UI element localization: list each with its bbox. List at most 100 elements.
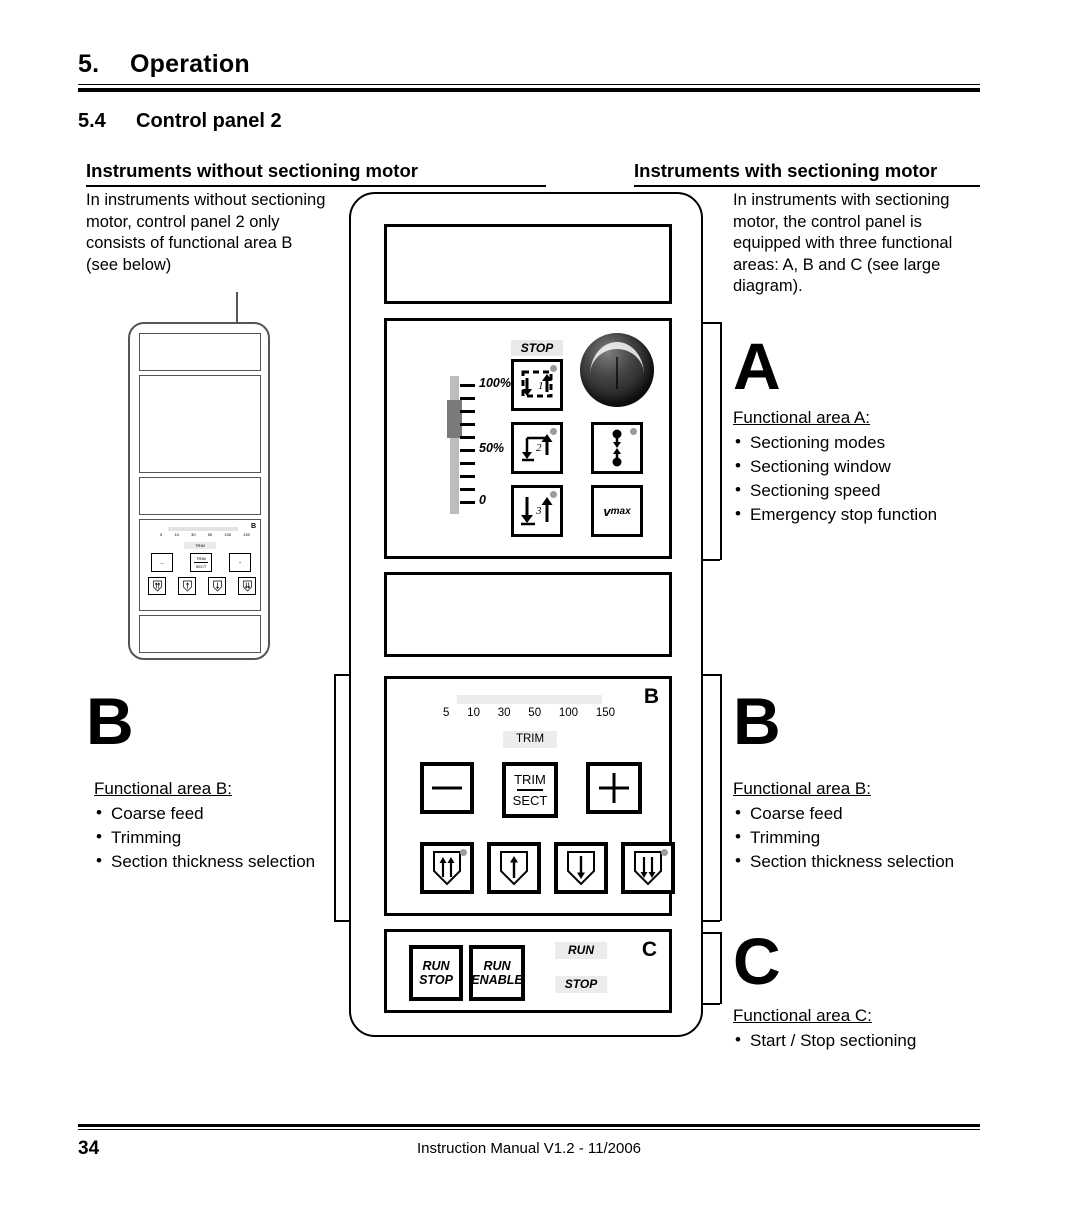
section-number: 5.4 xyxy=(78,110,106,132)
manual-page: 5. Operation 5.4 Control panel 2 Instrumen… xyxy=(0,0,1080,1221)
header-rule-thin xyxy=(78,84,980,85)
slow-up-icon xyxy=(182,580,192,592)
thickness-value: 5 xyxy=(443,707,450,719)
footer-manual-text: Instruction Manual V1.2 - 11/2006 xyxy=(416,1140,642,1157)
led-indicator xyxy=(550,428,557,435)
panel-functional-area-b: B 5 10 30 50 100 150 TRIM TRIM SECT xyxy=(384,676,675,916)
panel-blank-box xyxy=(384,572,672,657)
slow-down-feed-button[interactable] xyxy=(554,842,608,894)
scale-label-50: 50% xyxy=(479,441,505,455)
knob-seam xyxy=(616,357,618,389)
chapter-number: 5. xyxy=(78,50,100,78)
area-c-label: C xyxy=(641,938,657,961)
small-divider xyxy=(194,562,208,563)
small-panel-blank-box xyxy=(139,477,261,515)
sectioning-mode-2-button[interactable]: 2 xyxy=(511,422,563,474)
small-trim-sect-button[interactable]: TRIM SECT xyxy=(190,553,212,572)
small-minus-button[interactable]: — xyxy=(151,553,173,572)
run-enable-button[interactable]: RUN ENABLE xyxy=(469,945,525,1001)
run-enable-labels: RUN ENABLE xyxy=(471,959,522,987)
small-fast-down-button[interactable] xyxy=(238,577,256,595)
right-intro-text: In instruments with sectioning motor, th… xyxy=(733,191,953,295)
vmax-button[interactable]: v max xyxy=(591,485,643,537)
scale-tick xyxy=(460,501,475,504)
plus-button[interactable] xyxy=(586,762,642,814)
fast-up-icon xyxy=(433,851,461,886)
left-area-b-title: Functional area B: xyxy=(94,779,232,798)
fast-down-icon xyxy=(634,851,662,886)
list-item: Start / Stop sectioning xyxy=(733,1028,1003,1053)
small-slow-down-button[interactable] xyxy=(208,577,226,595)
svg-text:3: 3 xyxy=(535,505,542,517)
left-area-b-bullets: Coarse feed Trimming Section thickness s… xyxy=(94,801,354,874)
scale-label-100: 100% xyxy=(479,376,511,390)
fast-up-icon xyxy=(152,580,162,592)
plus-icon xyxy=(599,773,629,803)
small-thickness-value: 10 xyxy=(174,532,179,537)
scale-tick xyxy=(460,397,475,400)
header-rule-thick xyxy=(78,88,980,92)
trim-lamp: TRIM xyxy=(503,731,557,748)
slow-up-feed-button[interactable] xyxy=(487,842,541,894)
emergency-stop-knob[interactable] xyxy=(580,333,654,407)
list-item: Sectioning speed xyxy=(733,478,1003,503)
run-stop-button[interactable]: RUN STOP xyxy=(409,945,463,1001)
small-panel-area-b: B 5 10 30 50 100 150 TRIM — TRIM SECT + xyxy=(139,519,261,611)
fast-up-feed-button[interactable] xyxy=(420,842,474,894)
right-area-c-title: Functional area C: xyxy=(733,1006,872,1025)
sectioning-mode-1-button[interactable]: 1 xyxy=(511,359,563,411)
panel-functional-area-a: 100% 50% 0 STOP 1 2 3 v max xyxy=(384,318,672,559)
list-item: Section thickness selection xyxy=(94,849,354,874)
list-item: Emergency stop function xyxy=(733,502,1003,527)
scale-tick xyxy=(460,449,475,452)
small-control-panel: B 5 10 30 50 100 150 TRIM — TRIM SECT + xyxy=(128,322,270,660)
small-trim-label: TRIM xyxy=(196,556,206,561)
small-thickness-value: 30 xyxy=(191,532,196,537)
bracket-a-vertical xyxy=(720,322,722,560)
vmax-v: v xyxy=(603,503,611,519)
scale-tick xyxy=(460,462,475,465)
bracket-b-vertical xyxy=(720,674,722,921)
run-stop-line1: RUN xyxy=(422,959,450,973)
trim-sect-divider xyxy=(516,789,544,791)
sectioning-mode-3-button[interactable]: 3 xyxy=(511,485,563,537)
small-thickness-value: 5 xyxy=(160,532,163,537)
list-item: Trimming xyxy=(94,825,354,850)
bracket-c-vertical xyxy=(720,932,722,1004)
slow-up-icon xyxy=(500,851,528,886)
list-item: Sectioning window xyxy=(733,454,1003,479)
led-indicator xyxy=(550,491,557,498)
scale-tick xyxy=(460,384,475,387)
small-plus-button[interactable]: + xyxy=(229,553,251,572)
small-area-b-label: B xyxy=(250,523,256,530)
minus-button[interactable] xyxy=(420,762,474,814)
scale-tick xyxy=(460,423,475,426)
small-thickness-values: 5 10 30 50 100 150 xyxy=(160,532,250,537)
run-stop-labels: RUN STOP xyxy=(419,959,453,987)
right-area-c-letter: C xyxy=(733,924,781,998)
left-intro-text: In instruments without sectioning motor,… xyxy=(86,191,326,274)
small-fast-up-button[interactable] xyxy=(148,577,166,595)
right-area-a-title: Functional area A: xyxy=(733,408,871,427)
right-area-b-letter: B xyxy=(733,684,781,758)
list-item: Trimming xyxy=(733,825,1003,850)
thickness-value: 100 xyxy=(558,707,579,719)
list-item: Section thickness selection xyxy=(733,849,1003,874)
speed-slider-knob[interactable] xyxy=(447,400,462,438)
small-thickness-value: 100 xyxy=(224,532,232,537)
fast-down-feed-button[interactable] xyxy=(621,842,675,894)
right-area-b-title: Functional area B: xyxy=(733,779,871,798)
list-item: Coarse feed xyxy=(733,801,1003,826)
trim-sect-toggle-button[interactable]: TRIM SECT xyxy=(502,762,558,818)
led-indicator xyxy=(550,365,557,372)
chapter-title: Operation xyxy=(130,50,250,78)
sectioning-window-button[interactable] xyxy=(591,422,643,474)
area-b-label: B xyxy=(643,685,659,708)
footer-rule-thin xyxy=(78,1129,980,1130)
scale-tick xyxy=(460,475,475,478)
speed-slider-track[interactable] xyxy=(450,376,459,514)
scale-tick xyxy=(460,488,475,491)
sect-label: SECT xyxy=(512,793,548,808)
small-slow-up-button[interactable] xyxy=(178,577,196,595)
thickness-scale-values: 5 10 30 50 100 150 xyxy=(443,707,615,719)
